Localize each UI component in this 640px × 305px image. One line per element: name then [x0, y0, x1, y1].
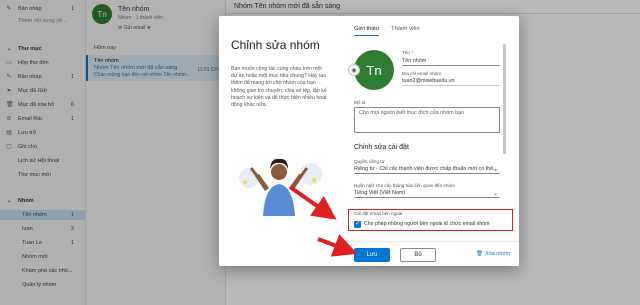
edit-group-dialog: Chỉnh sửa nhóm Bạn muốn cộng tác cùng nh… [219, 16, 519, 266]
scrollbar[interactable] [503, 44, 506, 154]
privacy-value: Riêng tư - Chỉ các thành viên được chấp … [354, 166, 498, 172]
tab-about[interactable]: Giới thiệu [354, 26, 380, 36]
delete-group-button[interactable]: 🗑 Xóa nhóm [476, 251, 510, 257]
privacy-dropdown[interactable]: Riêng tư - Chỉ các thành viên được chấp … [354, 165, 500, 174]
dialog-title: Chỉnh sửa nhóm [231, 38, 320, 52]
allow-external-label: Cho phép những người bên ngoài tổ chức e… [364, 221, 490, 227]
allow-external-checkbox[interactable]: ✓ [354, 221, 361, 228]
chevron-down-icon: ⌄ [492, 191, 498, 197]
people-illustration [239, 158, 322, 216]
description-label: Mô tả [354, 100, 366, 105]
save-button[interactable]: Lưu [354, 248, 390, 262]
privacy-label: Quyền riêng tư [354, 159, 385, 164]
language-value: Tiếng Việt (Việt Nam) [354, 190, 406, 196]
dialog-footer: Lưu Bỏ 🗑 Xóa nhóm [340, 241, 519, 266]
name-label: Tên * [402, 50, 413, 55]
dialog-form-panel: Giới thiệu Thành viên Tn ◉ Tên * Tên nhó… [340, 16, 519, 266]
cancel-button[interactable]: Bỏ [400, 248, 436, 262]
chevron-down-icon: ⌄ [492, 167, 498, 173]
group-name-field[interactable]: Tên nhóm [402, 57, 500, 66]
group-email-field: tuan2@misebuedu.vn [402, 77, 500, 86]
dialog-description: Bạn muốn cộng tác cùng nhau trên một dự … [231, 66, 327, 109]
trash-icon: 🗑 [476, 251, 483, 257]
settings-title: Chỉnh sửa cài đặt [354, 144, 409, 151]
dialog-tabs: Giới thiệu Thành viên [354, 26, 420, 36]
tab-members[interactable]: Thành viên [391, 26, 420, 36]
camera-icon[interactable]: ◉ [348, 64, 360, 76]
dialog-intro-panel: Chỉnh sửa nhóm Bạn muốn cộng tác cùng nh… [219, 16, 340, 266]
external-email-label: Cài đặt email bên ngoài [354, 211, 403, 216]
delete-group-label: Xóa nhóm [484, 251, 511, 257]
language-dropdown[interactable]: Tiếng Việt (Việt Nam) ⌄ [354, 189, 500, 198]
group-photo: Tn [354, 50, 394, 90]
email-label: Địa chỉ email nhóm [402, 71, 442, 76]
description-field[interactable]: Cho mọi người biết mục đích của nhóm bạn [354, 107, 500, 133]
language-label: Ngôn ngữ cho các thông báo liên quan đến… [354, 183, 455, 188]
